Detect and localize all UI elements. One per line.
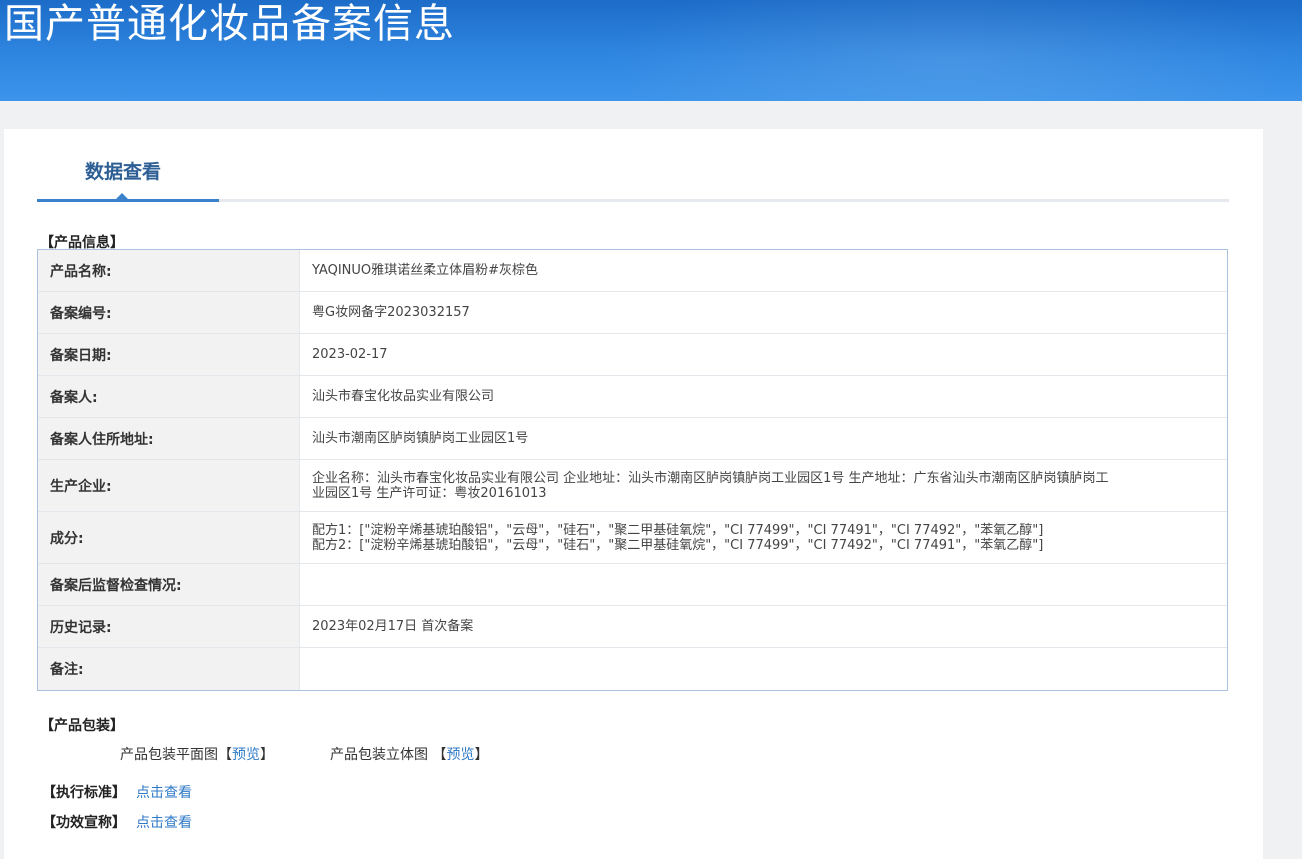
product-info-table: 产品名称: YAQINUO雅琪诺丝柔立体眉粉#灰棕色 备案编号: 粤G妆网备字2… [37,249,1228,691]
packaging-flat-label: 产品包装平面图 [120,747,218,763]
row-value: 企业名称：汕头市春宝化妆品实业有限公司 企业地址：汕头市潮南区胪岗镇胪岗工业园区… [300,460,1227,511]
manufacturer-line-1: 企业名称：汕头市春宝化妆品实业有限公司 企业地址：汕头市潮南区胪岗镇胪岗工业园区… [312,470,1109,486]
row-key: 备案日期: [38,334,300,375]
efficacy-row: 【功效宣称】 点击查看 [42,812,192,832]
row-value: YAQINUO雅琪诺丝柔立体眉粉#灰棕色 [312,263,539,278]
standard-row: 【执行标准】 点击查看 [42,782,192,802]
table-row: 产品名称: YAQINUO雅琪诺丝柔立体眉粉#灰棕色 [38,250,1227,292]
tab-active-indicator [37,199,219,202]
manufacturer-line-2: 业园区1号 生产许可证：粤妆20161013 [312,485,547,501]
row-key: 备案人: [38,376,300,417]
packaging-title: 【产品包装】 [40,718,124,734]
packaging-flat: 产品包装平面图【预览】 [120,747,274,763]
table-row: 成分: 配方1：["淀粉辛烯基琥珀酸铝"，"云母"，"硅石"，"聚二甲基硅氧烷"… [38,512,1227,564]
row-key: 生产企业: [38,460,300,511]
table-row: 备注: [38,648,1227,690]
row-value: 汕头市春宝化妆品实业有限公司 [312,389,495,404]
table-row: 生产企业: 企业名称：汕头市春宝化妆品实业有限公司 企业地址：汕头市潮南区胪岗镇… [38,460,1227,512]
table-row: 备案编号: 粤G妆网备字2023032157 [38,292,1227,334]
formula-line-1: 配方1：["淀粉辛烯基琥珀酸铝"，"云母"，"硅石"，"聚二甲基硅氧烷"，"CI… [312,522,1044,538]
row-key: 历史记录: [38,606,300,647]
page-title: 国产普通化妆品备案信息 [4,1,455,47]
content-panel: 数据查看 【产品信息】 产品名称: YAQINUO雅琪诺丝柔立体眉粉#灰棕色 备… [4,129,1263,859]
table-row: 备案人住所地址: 汕头市潮南区胪岗镇胪岗工业园区1号 [38,418,1227,460]
table-row: 备案后监督检查情况: [38,564,1227,606]
row-value: 2023-02-17 [312,347,388,362]
formula-line-2: 配方2：["淀粉辛烯基琥珀酸铝"，"云母"，"硅石"，"聚二甲基硅氧烷"，"CI… [312,537,1044,553]
packaging-flat-preview-link[interactable]: 预览 [232,747,260,763]
row-value: 汕头市潮南区胪岗镇胪岗工业园区1号 [312,431,529,446]
tab-data-view[interactable]: 数据查看 [85,157,161,184]
packaging-solid-preview-link[interactable]: 预览 [446,747,474,763]
table-row: 备案日期: 2023-02-17 [38,334,1227,376]
table-row: 历史记录: 2023年02月17日 首次备案 [38,606,1227,648]
table-row: 备案人: 汕头市春宝化妆品实业有限公司 [38,376,1227,418]
efficacy-view-link[interactable]: 点击查看 [136,815,192,831]
tab-bar: 数据查看 [37,129,1229,203]
standard-label: 【执行标准】 [42,785,126,801]
row-value [300,648,1227,690]
tab-caret-icon [116,193,128,199]
packaging-solid: 产品包装立体图 【预览】 [330,747,489,763]
row-value: 2023年02月17日 首次备案 [312,619,474,634]
row-key: 备案人住所地址: [38,418,300,459]
packaging-solid-label: 产品包装立体图 [330,747,428,763]
row-key: 产品名称: [38,250,300,291]
row-key: 备案后监督检查情况: [38,564,300,605]
row-value [300,564,1227,605]
row-key: 备案编号: [38,292,300,333]
row-value: 粤G妆网备字2023032157 [312,305,470,320]
efficacy-label: 【功效宣称】 [42,815,126,831]
standard-view-link[interactable]: 点击查看 [136,785,192,801]
row-key: 成分: [38,512,300,563]
row-key: 备注: [38,648,300,690]
row-value: 配方1：["淀粉辛烯基琥珀酸铝"，"云母"，"硅石"，"聚二甲基硅氧烷"，"CI… [300,512,1227,563]
header-banner: 国产普通化妆品备案信息 [0,0,1302,101]
